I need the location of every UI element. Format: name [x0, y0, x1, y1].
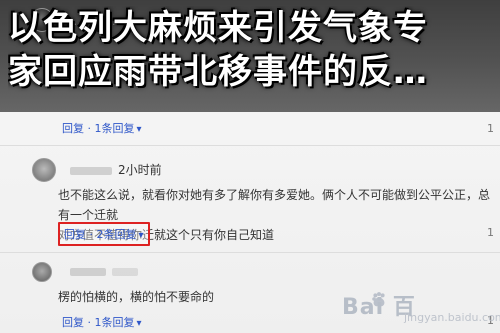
- headline-line-1: 以色列大麻烦来引发气象专: [8, 8, 428, 48]
- reply-label-1: 回复 · 1条回复: [62, 122, 135, 135]
- reply-count-2: 1: [487, 226, 494, 239]
- divider-2: [0, 252, 500, 253]
- baidu-watermark: Bai 百 jingyan.baidu.com: [342, 283, 500, 324]
- commenter-meta-3: [112, 268, 138, 276]
- headline: 以色列大麻烦来引发气象专 家回应雨带北移事件的反…: [8, 6, 492, 94]
- comment-body-2-line-1: 也不能这么说，就看你对她有多了解你有多爱她。俩个人不可能做到公平公正，总有一个迁…: [58, 188, 491, 222]
- reply-count-1: 1: [487, 122, 494, 135]
- chevron-down-icon: ▾: [136, 124, 142, 135]
- reply-link-3[interactable]: 回复 · 1条回复 ▾: [58, 312, 146, 332]
- reply-label-2: 回复 · 2条回复: [64, 228, 137, 241]
- chevron-down-icon: ▾: [136, 318, 142, 329]
- comment-time-2: 2小时前: [118, 163, 162, 177]
- reply-link-2[interactable]: 回复 · 2条回复 ▾: [58, 222, 150, 246]
- chevron-down-icon: ▾: [138, 230, 144, 241]
- reply-link-1[interactable]: 回复 · 1条回复 ▾: [58, 118, 146, 138]
- commenter-name-3: [70, 268, 106, 276]
- baidu-paw-icon: [372, 292, 385, 307]
- comment-avatar-2: [32, 158, 56, 182]
- app-screen: ··· ··· ··· ··· 以色列大麻烦来引发气象专 家回应雨带北移事件的反…: [0, 0, 500, 333]
- headline-line-2: 家回应雨带北移事件的反…: [8, 52, 428, 92]
- comment-avatar-3: [32, 262, 52, 282]
- commenter-name-2: [70, 167, 112, 175]
- reply-label-3: 回复 · 1条回复: [62, 316, 135, 329]
- divider-1: [0, 145, 500, 146]
- watermark-subtext: jingyan.baidu.com: [404, 311, 500, 324]
